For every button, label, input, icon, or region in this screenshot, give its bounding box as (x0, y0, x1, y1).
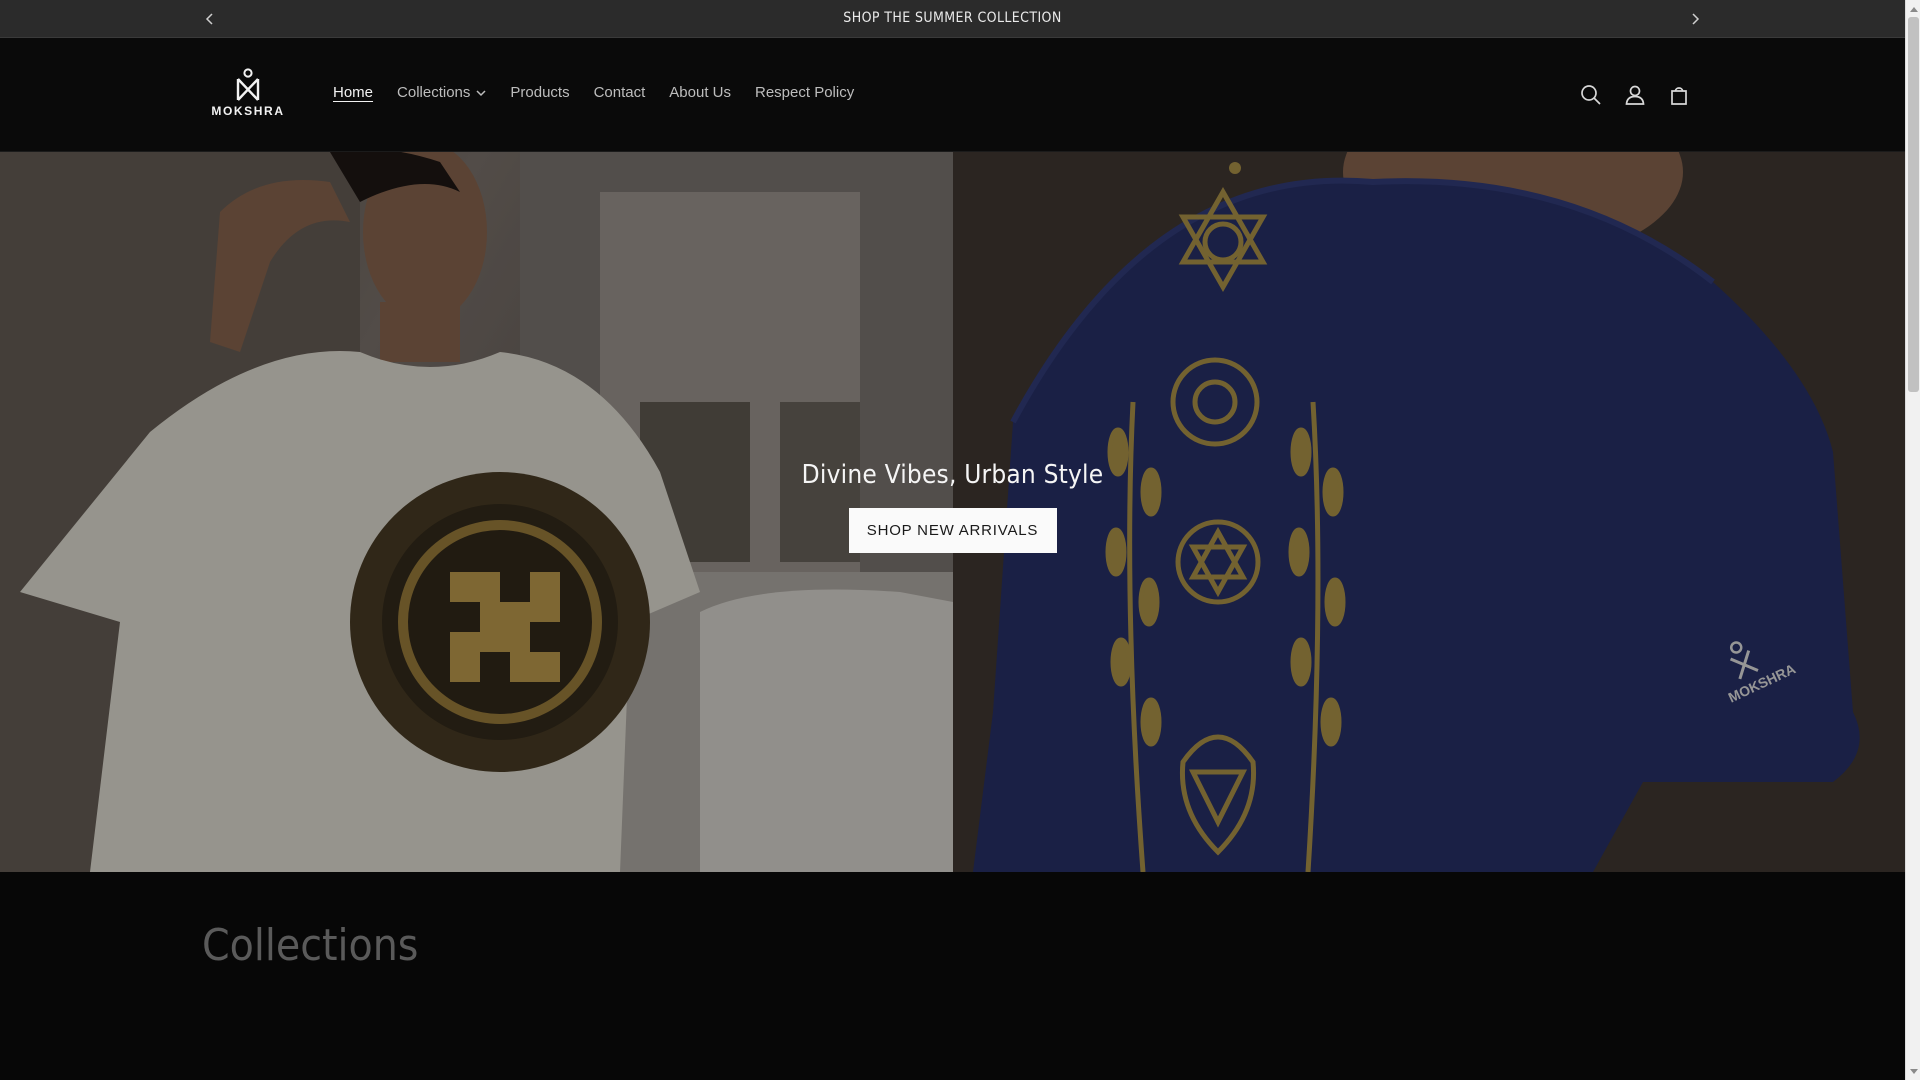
chevron-right-icon[interactable] (1683, 7, 1707, 31)
nav-item-products[interactable]: Products (498, 84, 581, 101)
nav-item-home[interactable]: Home (321, 84, 385, 101)
announcement-bar: SHOP THE SUMMER COLLECTION (0, 0, 1905, 38)
site-header: MOKSHRA Home Collections Products Contac… (0, 38, 1905, 152)
account-icon[interactable] (1620, 80, 1650, 110)
main-nav: Home Collections Products Contact About … (321, 84, 866, 101)
nav-item-contact[interactable]: Contact (582, 84, 658, 101)
page-scrollbar[interactable] (1905, 0, 1920, 1080)
scroll-up-arrow-icon[interactable] (1906, 0, 1920, 17)
shop-new-arrivals-button[interactable]: SHOP NEW ARRIVALS (848, 508, 1057, 553)
nav-label: Collections (397, 84, 471, 101)
chevron-down-icon (476, 84, 486, 101)
nav-item-respect-policy[interactable]: Respect Policy (743, 84, 866, 101)
page: SHOP THE SUMMER COLLECTION MOKSHRA Home … (0, 0, 1905, 1080)
hero-content: Divine Vibes, Urban Style SHOP NEW ARRIV… (0, 460, 1905, 553)
nav-label: Respect Policy (755, 84, 855, 101)
nav-item-about-us[interactable]: About Us (657, 84, 743, 101)
search-icon[interactable] (1576, 80, 1606, 110)
cart-icon[interactable] (1664, 80, 1694, 110)
nav-label: Home (333, 84, 374, 101)
nav-label: Products (510, 84, 570, 101)
scroll-down-arrow-icon[interactable] (1906, 1063, 1920, 1080)
logo-mark-icon (236, 68, 260, 101)
nav-item-collections[interactable]: Collections (385, 84, 498, 101)
hero-banner: MOKSHRA Divine Vibes, Urban Style SHOP N… (0, 152, 1905, 872)
header-icons (1576, 80, 1694, 110)
collections-heading: Collections (202, 920, 419, 971)
logo-text: MOKSHRA (211, 104, 285, 118)
scrollbar-thumb[interactable] (1908, 17, 1919, 392)
announcement-text[interactable]: SHOP THE SUMMER COLLECTION (0, 10, 1905, 26)
nav-label: About Us (669, 84, 731, 101)
nav-label: Contact (593, 84, 646, 101)
logo[interactable]: MOKSHRA (210, 68, 286, 124)
hero-title: Divine Vibes, Urban Style (801, 460, 1104, 490)
